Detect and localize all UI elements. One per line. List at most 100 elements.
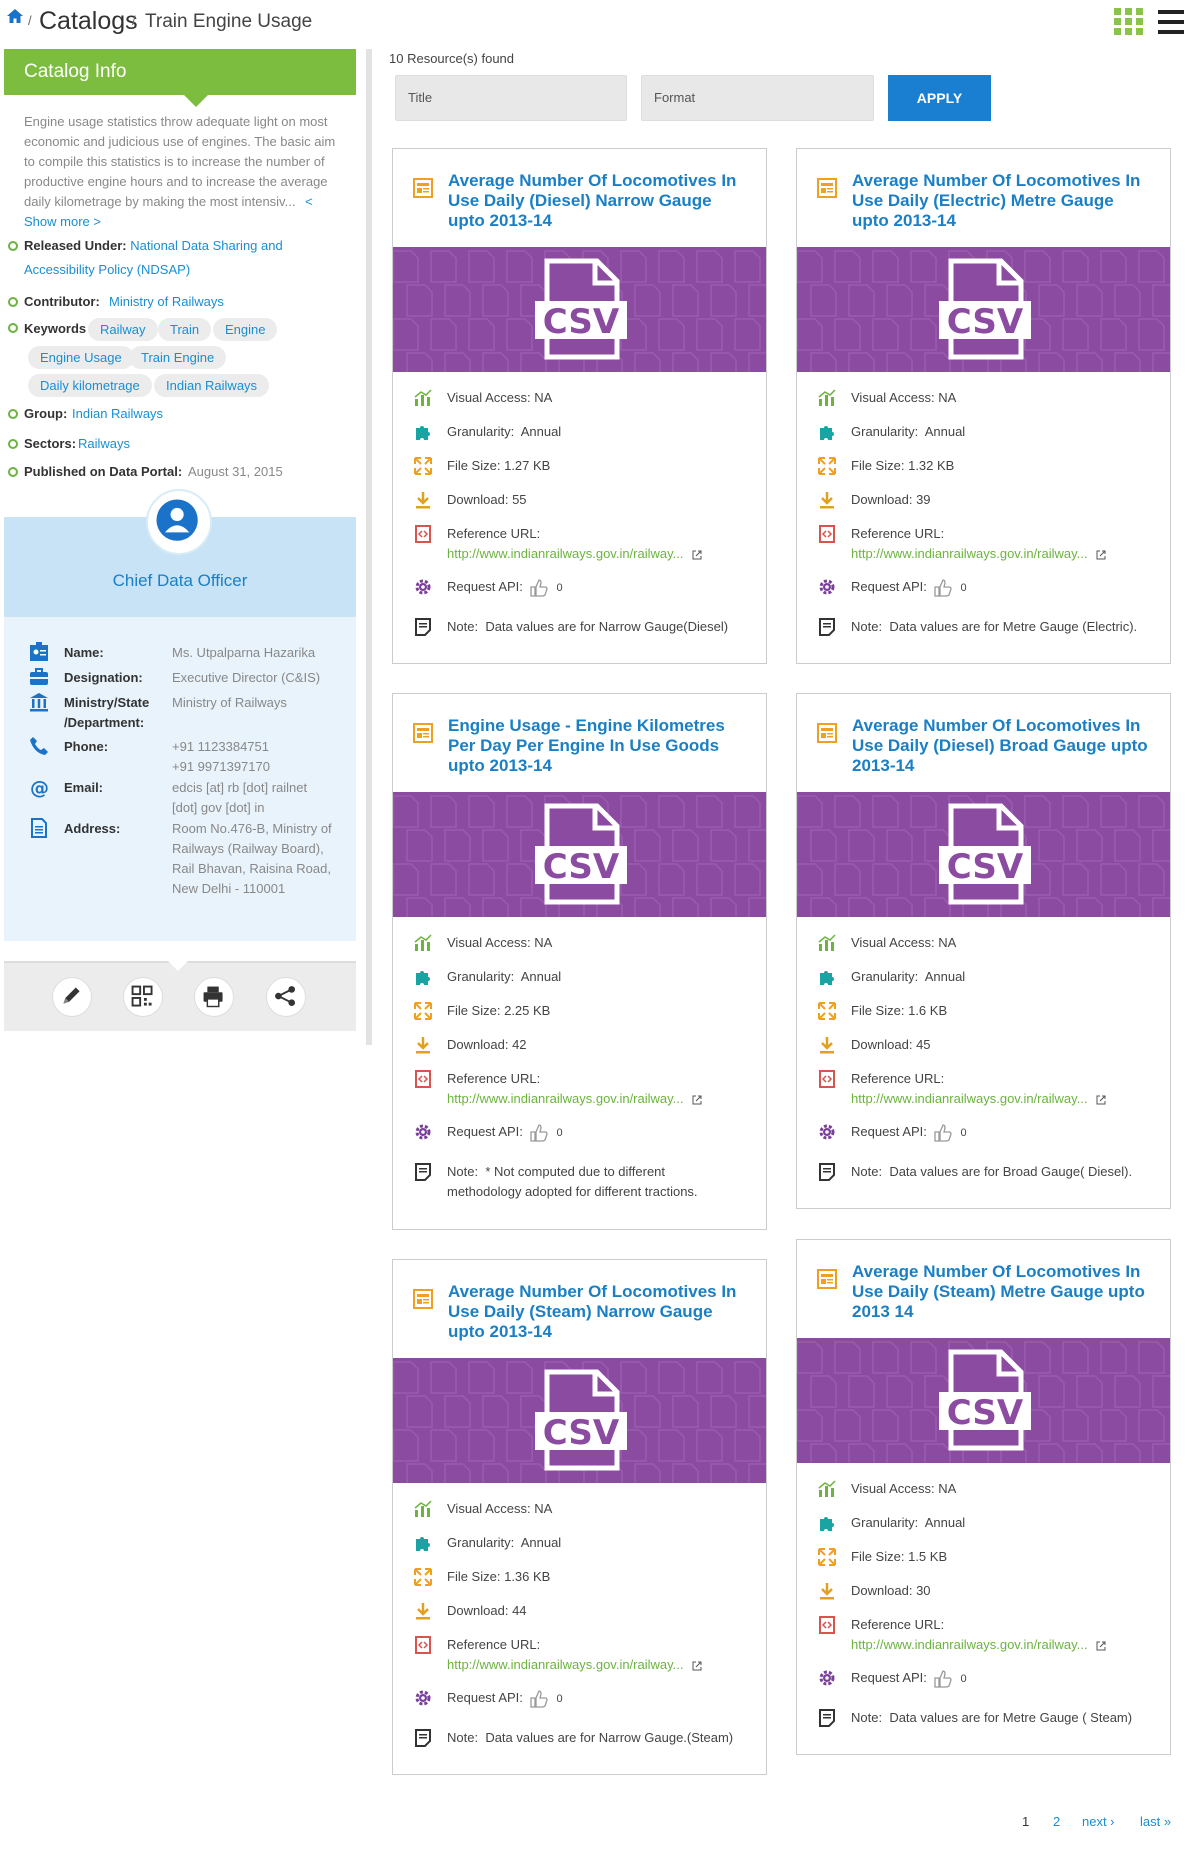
thumbs-up-icon[interactable] xyxy=(933,578,953,598)
download-count: 42 xyxy=(512,1037,527,1052)
last-page-link[interactable]: last » xyxy=(1140,1814,1171,1829)
breadcrumb-separator: / xyxy=(28,13,32,28)
reference-url-link[interactable]: http://www.indianrailways.gov.in/railway… xyxy=(447,1657,684,1672)
external-link-icon[interactable] xyxy=(692,550,702,560)
external-link-icon[interactable] xyxy=(692,1661,702,1671)
next-page-link[interactable]: next › xyxy=(1082,1814,1115,1829)
bullet-icon xyxy=(8,439,18,449)
format-filter-select[interactable]: Format xyxy=(641,75,874,121)
phone-icon xyxy=(30,737,48,755)
keyword-tag[interactable]: Engine xyxy=(213,318,278,341)
keyword-tag[interactable]: Indian Railways xyxy=(154,374,270,397)
external-link-icon[interactable] xyxy=(1096,1095,1106,1105)
released-value-link[interactable]: National Data Sharing and xyxy=(130,238,283,253)
phone-label: Phone: xyxy=(64,739,109,754)
reference-url-link[interactable]: http://www.indianrailways.gov.in/railway… xyxy=(851,1091,1088,1106)
dataset-doc-icon xyxy=(413,178,433,198)
granularity-value: Annual xyxy=(924,424,966,439)
card-title-link[interactable]: Average Number Of Locomotives In Use Dail… xyxy=(448,171,753,231)
grid-view-icon[interactable] xyxy=(1114,8,1143,35)
resource-card: Average Number Of Locomotives In Use Dail… xyxy=(392,148,767,664)
note-icon xyxy=(415,618,431,636)
expand-icon xyxy=(414,457,432,475)
card-title-link[interactable]: Engine Usage - Engine Kilometres Per Day … xyxy=(448,716,753,776)
reference-url-link[interactable]: http://www.indianrailways.gov.in/railway… xyxy=(851,1637,1088,1652)
csv-banner[interactable]: CSV xyxy=(393,792,766,917)
name-value: Ms. Utpalparna Hazarika xyxy=(172,645,316,660)
title-filter-input[interactable]: Title xyxy=(395,75,627,121)
sectors-value-link[interactable]: Railways xyxy=(78,432,130,456)
keyword-tag[interactable]: Train Engine xyxy=(129,346,227,369)
reference-url-link[interactable]: http://www.indianrailways.gov.in/railway… xyxy=(851,546,1088,561)
csv-banner[interactable]: CSV xyxy=(797,1338,1170,1463)
breadcrumb-catalogs-link[interactable]: Catalogs xyxy=(39,7,138,36)
thumbs-up-icon[interactable] xyxy=(933,1669,953,1689)
chief-data-officer-header: Chief Data Officer xyxy=(4,489,356,617)
home-icon[interactable] xyxy=(6,8,24,24)
group-value-link[interactable]: Indian Railways xyxy=(72,402,163,426)
card-title-link[interactable]: Average Number Of Locomotives In Use Dail… xyxy=(852,171,1157,231)
download-label: Download: xyxy=(851,1037,913,1052)
csv-banner[interactable]: CSV xyxy=(797,247,1170,372)
card-title-line: Average Number Of Locomotives In xyxy=(852,1262,1141,1281)
svg-text:@: @ xyxy=(30,777,49,798)
sectors-row: Sectors: Railways xyxy=(4,432,356,456)
card-header: Average Number Of Locomotives In Use Dail… xyxy=(797,1240,1170,1338)
released-value-link-2[interactable]: Accessibility Policy (NDSAP) xyxy=(24,258,190,282)
resource-count: 10 Resource(s) found xyxy=(389,51,515,66)
csv-banner[interactable]: CSV xyxy=(393,1358,766,1483)
reference-url-link[interactable]: http://www.indianrailways.gov.in/railway… xyxy=(447,546,684,561)
visual-label: Visual Access: xyxy=(447,1501,531,1516)
card-header: Average Number Of Locomotives In Use Dail… xyxy=(393,1260,766,1358)
thumbs-up-icon[interactable] xyxy=(933,1123,953,1143)
keyword-tag[interactable]: Train xyxy=(158,318,212,341)
published-row: Published on Data Portal: August 31, 201… xyxy=(4,460,356,484)
contributor-value-link[interactable]: Ministry of Railways xyxy=(109,290,224,314)
keyword-tag[interactable]: Railway xyxy=(88,318,158,341)
apply-button[interactable]: APPLY xyxy=(888,75,991,121)
card-title-link[interactable]: Average Number Of Locomotives In Use Dail… xyxy=(852,1262,1157,1322)
csv-label: CSV xyxy=(543,302,620,342)
csv-banner[interactable]: CSV xyxy=(797,792,1170,917)
ministry-label-2: /Department: xyxy=(64,715,145,730)
bullet-icon xyxy=(8,409,18,419)
thumbs-up-icon[interactable] xyxy=(529,578,549,598)
card-title-line: upto 2013-14 xyxy=(852,211,956,230)
thumbs-up-icon[interactable] xyxy=(529,1689,549,1709)
print-button[interactable] xyxy=(194,977,234,1017)
cdo-title: Chief Data Officer xyxy=(112,571,248,590)
external-link-icon[interactable] xyxy=(692,1095,702,1105)
csv-label: CSV xyxy=(947,302,1024,342)
csv-banner[interactable]: CSV xyxy=(393,247,766,372)
external-link-icon[interactable] xyxy=(1096,1641,1106,1651)
filesize-value: 1.5 KB xyxy=(908,1549,948,1564)
edit-button[interactable] xyxy=(52,977,92,1017)
share-icon xyxy=(275,986,296,1007)
published-label: Published on Data Portal: xyxy=(24,464,183,479)
card-title-line: Average Number Of Locomotives In xyxy=(852,171,1141,190)
visual-value: NA xyxy=(938,1481,957,1496)
sidebar-scrollbar[interactable] xyxy=(366,49,372,1045)
card-title-link[interactable]: Average Number Of Locomotives In Use Dail… xyxy=(852,716,1157,776)
share-button[interactable] xyxy=(266,977,306,1017)
breadcrumb-current: Train Engine Usage xyxy=(145,11,313,32)
csv-label: CSV xyxy=(947,847,1024,887)
thumbs-up-icon[interactable] xyxy=(529,1123,549,1143)
download-label: Download: xyxy=(447,492,509,507)
breadcrumb-separator: / xyxy=(132,13,136,28)
expand-icon xyxy=(818,1002,836,1020)
qr-code-button[interactable] xyxy=(123,977,163,1017)
keyword-tag[interactable]: Engine Usage xyxy=(28,346,134,369)
page-2-link[interactable]: 2 xyxy=(1053,1814,1060,1829)
keyword-tag[interactable]: Daily kilometrage xyxy=(28,374,152,397)
card-title-link[interactable]: Average Number Of Locomotives In Use Dail… xyxy=(448,1282,753,1342)
card-title-line: Average Number Of Locomotives In xyxy=(448,1282,737,1301)
cdo-email-row: @ Email: edcis [at] rb [dot] railnet [do… xyxy=(4,776,356,816)
csv-file-icon: CSV xyxy=(535,258,627,360)
card-title-line: Average Number Of Locomotives In xyxy=(852,716,1141,735)
external-link-icon[interactable] xyxy=(1096,550,1106,560)
hamburger-menu-icon[interactable] xyxy=(1158,10,1184,34)
dataset-doc-icon xyxy=(817,723,837,743)
like-count: 0 xyxy=(960,1673,967,1685)
reference-url-link[interactable]: http://www.indianrailways.gov.in/railway… xyxy=(447,1091,684,1106)
